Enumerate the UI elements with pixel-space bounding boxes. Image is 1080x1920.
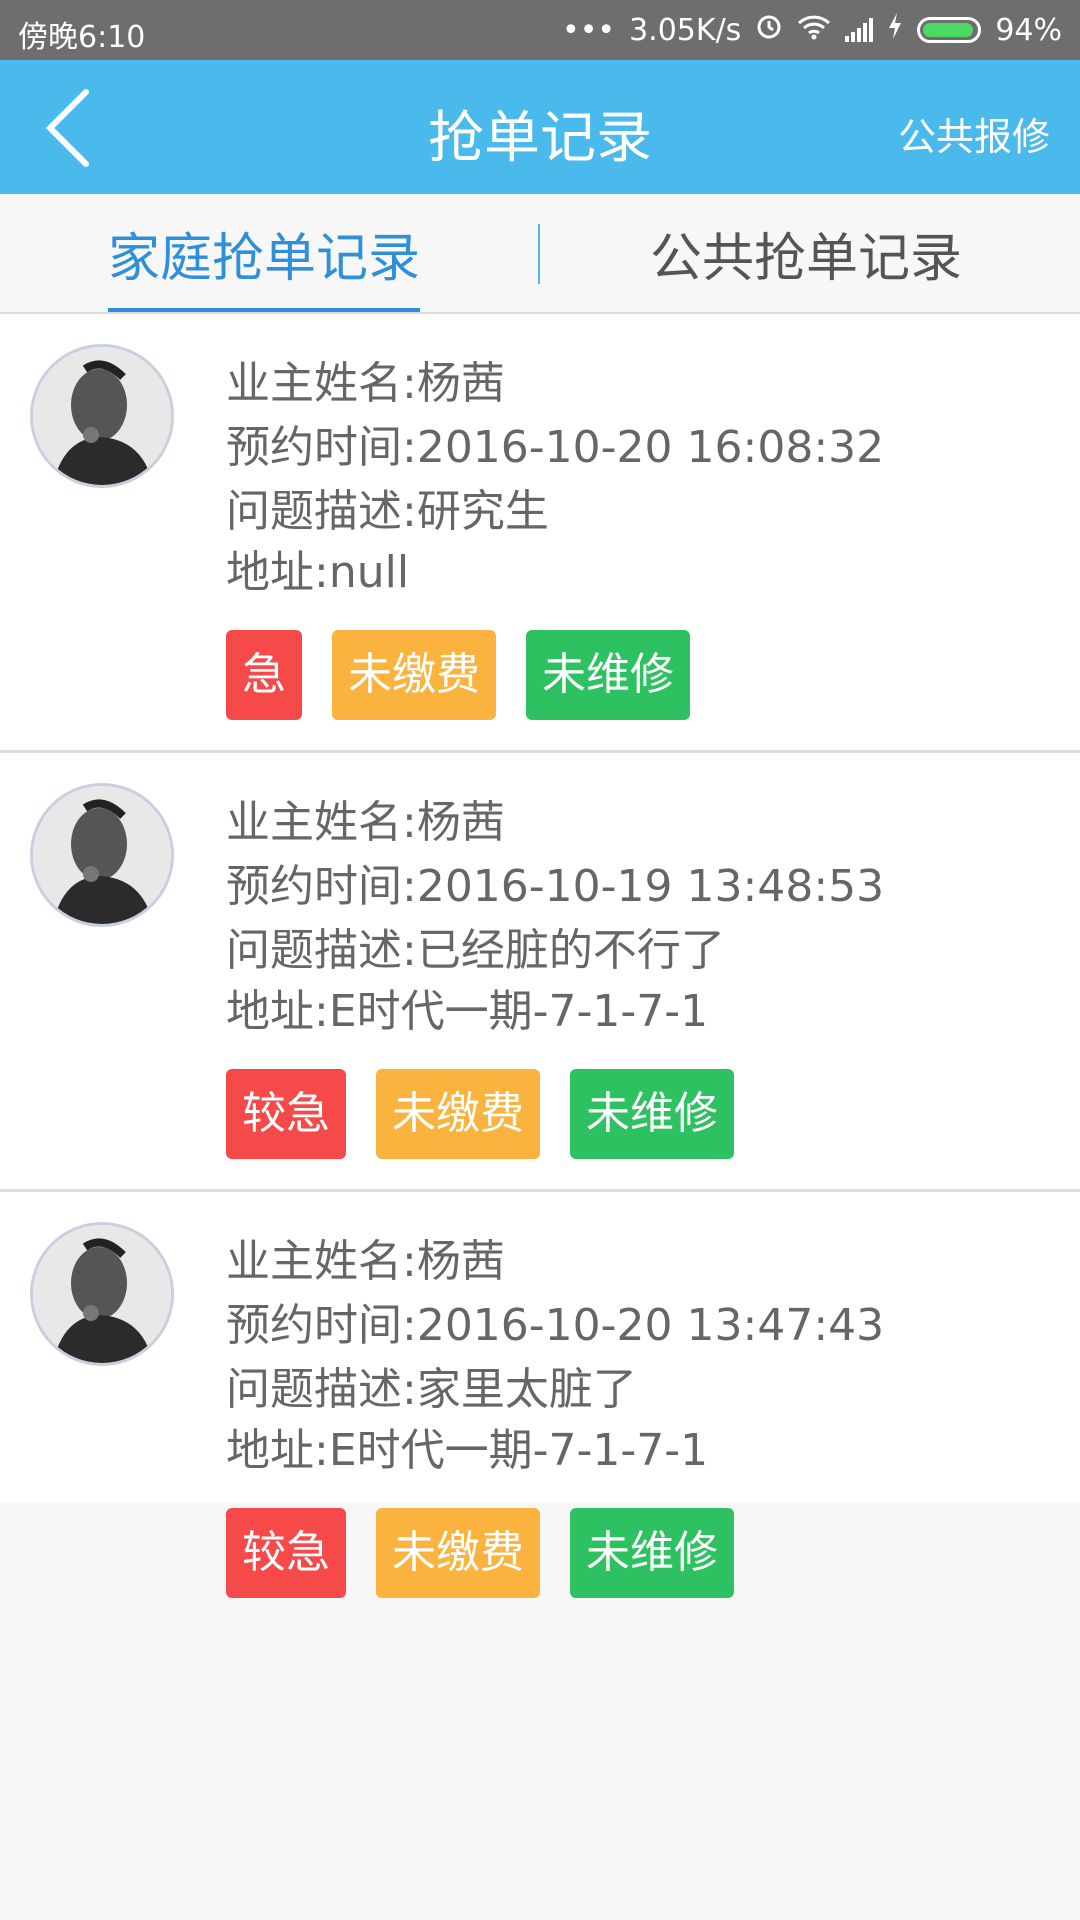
active-tab-indicator xyxy=(108,308,421,312)
record-list: 业主姓名:杨茜 预约时间:2016-10-20 16:08:32 问题描述:研究… xyxy=(0,314,1080,1598)
avatar xyxy=(30,783,174,927)
list-item[interactable]: 业主姓名:杨茜 预约时间:2016-10-20 13:47:43 问题描述:家里… xyxy=(0,1192,1080,1598)
list-item[interactable]: 业主姓名:杨茜 预约时间:2016-10-20 16:08:32 问题描述:研究… xyxy=(0,314,1080,753)
net-speed: 3.05K/s xyxy=(629,12,742,48)
repair-status-badge: 未维修 xyxy=(570,1508,734,1598)
dots-icon: ••• xyxy=(562,12,616,48)
payment-status-badge: 未缴费 xyxy=(376,1069,540,1159)
status-tags: 较急 未缴费 未维修 xyxy=(226,1069,734,1159)
problem-description: 问题描述:已经脏的不行了 xyxy=(226,925,725,976)
tab-public-records[interactable]: 公共抢单记录 xyxy=(650,194,962,312)
record-tabs: 家庭抢单记录 公共抢单记录 xyxy=(0,194,1080,314)
charging-icon xyxy=(887,12,903,48)
alarm-icon xyxy=(755,12,783,48)
record-info: 业主姓名:杨茜 预约时间:2016-10-20 16:08:32 问题描述:研究… xyxy=(226,352,884,602)
problem-description: 问题描述:家里太脏了 xyxy=(226,1364,637,1415)
owner-name: 业主姓名:杨茜 xyxy=(226,1236,505,1287)
status-tags: 急 未缴费 未维修 xyxy=(226,630,690,720)
appointment-time: 预约时间:2016-10-19 13:48:53 xyxy=(226,861,885,912)
owner-name: 业主姓名:杨茜 xyxy=(226,358,505,409)
list-item[interactable]: 业主姓名:杨茜 预约时间:2016-10-19 13:48:53 问题描述:已经… xyxy=(0,753,1080,1192)
urgency-badge: 较急 xyxy=(226,1508,346,1598)
tab-family-records[interactable]: 家庭抢单记录 xyxy=(108,194,421,312)
status-bar: 傍晚6:10 ••• 3.05K/s 94% xyxy=(0,0,1080,60)
repair-status-badge: 未维修 xyxy=(526,630,690,720)
record-info: 业主姓名:杨茜 预约时间:2016-10-20 13:47:43 问题描述:家里… xyxy=(226,1230,884,1480)
appointment-time: 预约时间:2016-10-20 13:47:43 xyxy=(226,1300,885,1351)
avatar xyxy=(30,344,174,488)
avatar xyxy=(30,1222,174,1366)
battery-level: 94% xyxy=(995,12,1062,48)
appointment-time: 预约时间:2016-10-20 16:08:32 xyxy=(226,422,885,473)
tab-family-label: 家庭抢单记录 xyxy=(108,228,421,289)
status-icons: ••• 3.05K/s 94% xyxy=(562,12,1062,48)
signal-icon xyxy=(845,18,874,42)
record-info: 业主姓名:杨茜 预约时间:2016-10-19 13:48:53 问题描述:已经… xyxy=(226,791,884,1041)
wifi-icon xyxy=(797,13,831,48)
battery-icon xyxy=(917,17,982,43)
public-repair-button[interactable]: 公共报修 xyxy=(898,106,1050,161)
tab-public-label: 公共抢单记录 xyxy=(650,228,963,289)
urgency-badge: 急 xyxy=(226,630,302,720)
app-header: 抢单记录 公共报修 xyxy=(0,60,1080,194)
payment-status-badge: 未缴费 xyxy=(332,630,496,720)
problem-description: 问题描述:研究生 xyxy=(226,486,549,537)
repair-status-badge: 未维修 xyxy=(570,1069,734,1159)
address: 地址:E时代一期-7-1-7-1 xyxy=(226,986,709,1037)
payment-status-badge: 未缴费 xyxy=(376,1508,540,1598)
address: 地址:null xyxy=(226,547,410,598)
owner-name: 业主姓名:杨茜 xyxy=(226,797,505,848)
status-time: 傍晚6:10 xyxy=(18,20,146,55)
status-tags: 较急 未缴费 未维修 xyxy=(226,1508,734,1598)
urgency-badge: 较急 xyxy=(226,1069,346,1159)
tab-divider xyxy=(538,224,540,284)
address: 地址:E时代一期-7-1-7-1 xyxy=(226,1425,709,1476)
